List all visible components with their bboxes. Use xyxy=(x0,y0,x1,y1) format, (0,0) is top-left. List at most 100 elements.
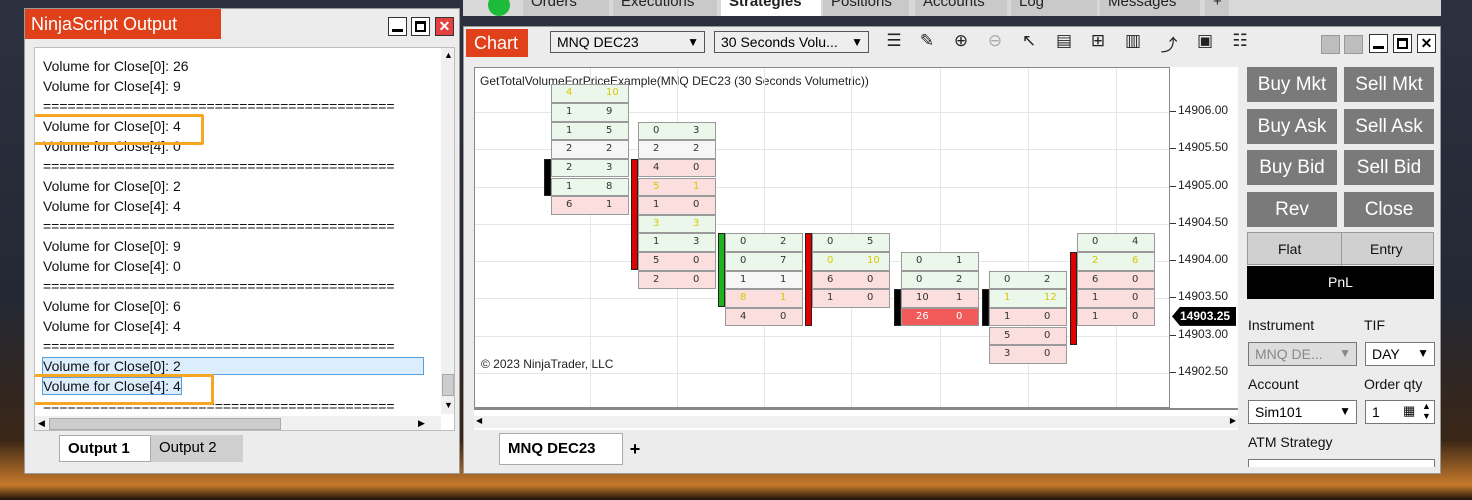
volume-cell[interactable]: 03 xyxy=(638,121,716,141)
tab-add[interactable]: + xyxy=(1205,0,1229,16)
draw-pencil-icon[interactable]: ✎ xyxy=(915,31,939,53)
vertical-scrollbar[interactable]: ▲ ▼ xyxy=(441,48,454,414)
link-button[interactable] xyxy=(1344,35,1363,54)
volume-cell[interactable]: 26 xyxy=(1077,252,1155,271)
volume-cell[interactable]: 51 xyxy=(638,177,716,197)
volume-cell[interactable]: 30 xyxy=(989,345,1067,364)
order-button-close[interactable]: Close xyxy=(1344,192,1434,227)
volume-cell[interactable]: 05 xyxy=(812,233,890,252)
tab-orders[interactable]: Orders xyxy=(523,0,609,16)
menu-list-icon[interactable]: ☷ xyxy=(1228,31,1252,53)
stepper-arrows-icon[interactable]: ▲ ▼ xyxy=(1422,401,1431,421)
close-button[interactable]: ✕ xyxy=(435,17,454,36)
order-button-buy-ask[interactable]: Buy Ask xyxy=(1247,109,1337,144)
tab-log[interactable]: Log xyxy=(1011,0,1097,16)
tab-mnq-dec23[interactable]: MNQ DEC23 xyxy=(499,433,623,465)
volume-cell[interactable]: 11 xyxy=(725,270,803,290)
volume-cell[interactable]: 15 xyxy=(551,121,629,141)
volume-cell[interactable]: 19 xyxy=(551,103,629,122)
close-button[interactable]: ✕ xyxy=(1417,34,1436,53)
volume-cell[interactable]: 0 10 xyxy=(812,252,890,271)
calculator-icon[interactable]: ▦ xyxy=(1403,403,1415,419)
tab-output-2[interactable]: Output 2 xyxy=(151,435,243,462)
maximize-button[interactable] xyxy=(411,17,430,36)
tab-executions[interactable]: Executions xyxy=(613,0,717,16)
add-tab-button[interactable]: + xyxy=(623,433,647,465)
volume-cell[interactable]: 02 xyxy=(989,270,1067,290)
scroll-left-icon[interactable]: ◀ xyxy=(38,418,45,429)
volume-cell[interactable]: 60 xyxy=(1077,270,1155,290)
scroll-right-icon[interactable]: ▶ xyxy=(1230,416,1236,425)
volume-cell[interactable]: 40 xyxy=(725,307,803,327)
volume-cell[interactable]: 22 xyxy=(638,140,716,159)
horizontal-scrollbar[interactable]: ◀ ▶ xyxy=(35,416,441,430)
pointer-icon[interactable]: ↖ xyxy=(1017,31,1041,53)
scroll-left-icon[interactable]: ◀ xyxy=(476,416,482,425)
volume-cell[interactable]: 04 xyxy=(1077,233,1155,252)
bars-icon[interactable]: ☰ xyxy=(882,31,906,53)
strategies-icon[interactable]: ⤴ xyxy=(1157,31,1181,56)
instrument-field[interactable]: MNQ DE... ▼ xyxy=(1248,342,1357,366)
volume-cell[interactable]: 1 12 xyxy=(989,289,1067,308)
volume-cell[interactable]: 10 xyxy=(812,289,890,308)
scroll-up-icon[interactable]: ▲ xyxy=(444,50,453,60)
volume-cell[interactable]: 4 10 xyxy=(551,84,629,103)
volume-cell[interactable]: 10 xyxy=(989,307,1067,327)
order-qty-stepper[interactable]: 1 ▦ ▲ ▼ xyxy=(1365,400,1435,424)
order-button-rev[interactable]: Rev xyxy=(1247,192,1337,227)
volume-cell[interactable]: 13 xyxy=(638,233,716,252)
indicators-icon[interactable]: ▥ xyxy=(1121,31,1145,53)
order-button-buy-mkt[interactable]: Buy Mkt xyxy=(1247,67,1337,102)
volume-cell[interactable]: 26 0 xyxy=(901,307,979,327)
scroll-right-icon[interactable]: ▶ xyxy=(418,418,425,429)
zoom-out-icon[interactable]: ⊖ xyxy=(983,31,1007,53)
account-select[interactable]: Sim101 ▼ xyxy=(1248,400,1357,424)
volume-cell[interactable]: 10 xyxy=(1077,307,1155,327)
atm-strategy-select[interactable] xyxy=(1248,459,1435,467)
period-selector[interactable]: 30 Seconds Volu... ▼ xyxy=(714,31,869,53)
volume-cell[interactable]: 22 xyxy=(551,140,629,159)
output-text-area[interactable]: Volume for Close[0]: 26 Volume for Close[… xyxy=(34,47,455,431)
scroll-thumb[interactable] xyxy=(442,374,454,396)
volume-cell[interactable]: 81 xyxy=(725,289,803,308)
volume-cell[interactable]: 50 xyxy=(638,252,716,271)
volume-cell[interactable]: 40 xyxy=(638,158,716,178)
volume-cell[interactable]: 20 xyxy=(638,270,716,290)
instrument-selector[interactable]: MNQ DEC23 ▼ xyxy=(550,31,705,53)
volume-cell[interactable]: 61 xyxy=(551,196,629,215)
volume-cell[interactable]: 10 xyxy=(638,196,716,215)
properties-icon[interactable]: ▣ xyxy=(1193,31,1217,53)
tif-select[interactable]: DAY ▼ xyxy=(1365,342,1435,366)
scroll-down-icon[interactable]: ▼ xyxy=(444,400,453,410)
tab-output-1[interactable]: Output 1 xyxy=(59,435,151,462)
volume-cell[interactable]: 18 xyxy=(551,177,629,197)
volume-cell[interactable]: 60 xyxy=(812,270,890,290)
volume-cell[interactable]: 33 xyxy=(638,214,716,234)
volume-cell[interactable]: 02 xyxy=(901,270,979,290)
volume-cell[interactable]: 10 1 xyxy=(901,289,979,308)
tab-strategies[interactable]: Strategies xyxy=(721,0,821,16)
link-button[interactable] xyxy=(1321,35,1340,54)
order-button-buy-bid[interactable]: Buy Bid xyxy=(1247,150,1337,185)
volume-cell[interactable]: 10 xyxy=(1077,289,1155,308)
volume-cell[interactable]: 02 xyxy=(725,233,803,252)
chart-horizontal-scrollbar[interactable]: ◀ ▶ xyxy=(474,416,1238,428)
order-button-sell-mkt[interactable]: Sell Mkt xyxy=(1344,67,1434,102)
price-axis[interactable]: 14906.00 14905.50 14905.00 14904.50 14904.00… xyxy=(1170,67,1238,408)
tab-messages[interactable]: Messages xyxy=(1100,0,1200,16)
tab-positions[interactable]: Positions xyxy=(823,0,909,16)
order-button-sell-bid[interactable]: Sell Bid xyxy=(1344,150,1434,185)
data-box-icon[interactable]: ▤ xyxy=(1052,31,1076,53)
volume-cell[interactable]: 50 xyxy=(989,326,1067,346)
volume-cell[interactable]: 07 xyxy=(725,252,803,271)
volume-cell[interactable]: 01 xyxy=(901,252,979,271)
volume-cell[interactable]: 23 xyxy=(551,158,629,178)
chart-trader-icon[interactable]: ⊞ xyxy=(1086,31,1110,53)
order-button-sell-ask[interactable]: Sell Ask xyxy=(1344,109,1434,144)
scroll-thumb[interactable] xyxy=(49,418,281,430)
zoom-in-icon[interactable]: ⊕ xyxy=(949,31,973,53)
tab-accounts[interactable]: Accounts xyxy=(915,0,1007,16)
chart-plot-area[interactable]: GetTotalVolumeForPriceExample(MNQ DEC23 … xyxy=(474,67,1170,408)
minimize-button[interactable] xyxy=(1369,34,1388,53)
minimize-button[interactable] xyxy=(388,17,407,36)
